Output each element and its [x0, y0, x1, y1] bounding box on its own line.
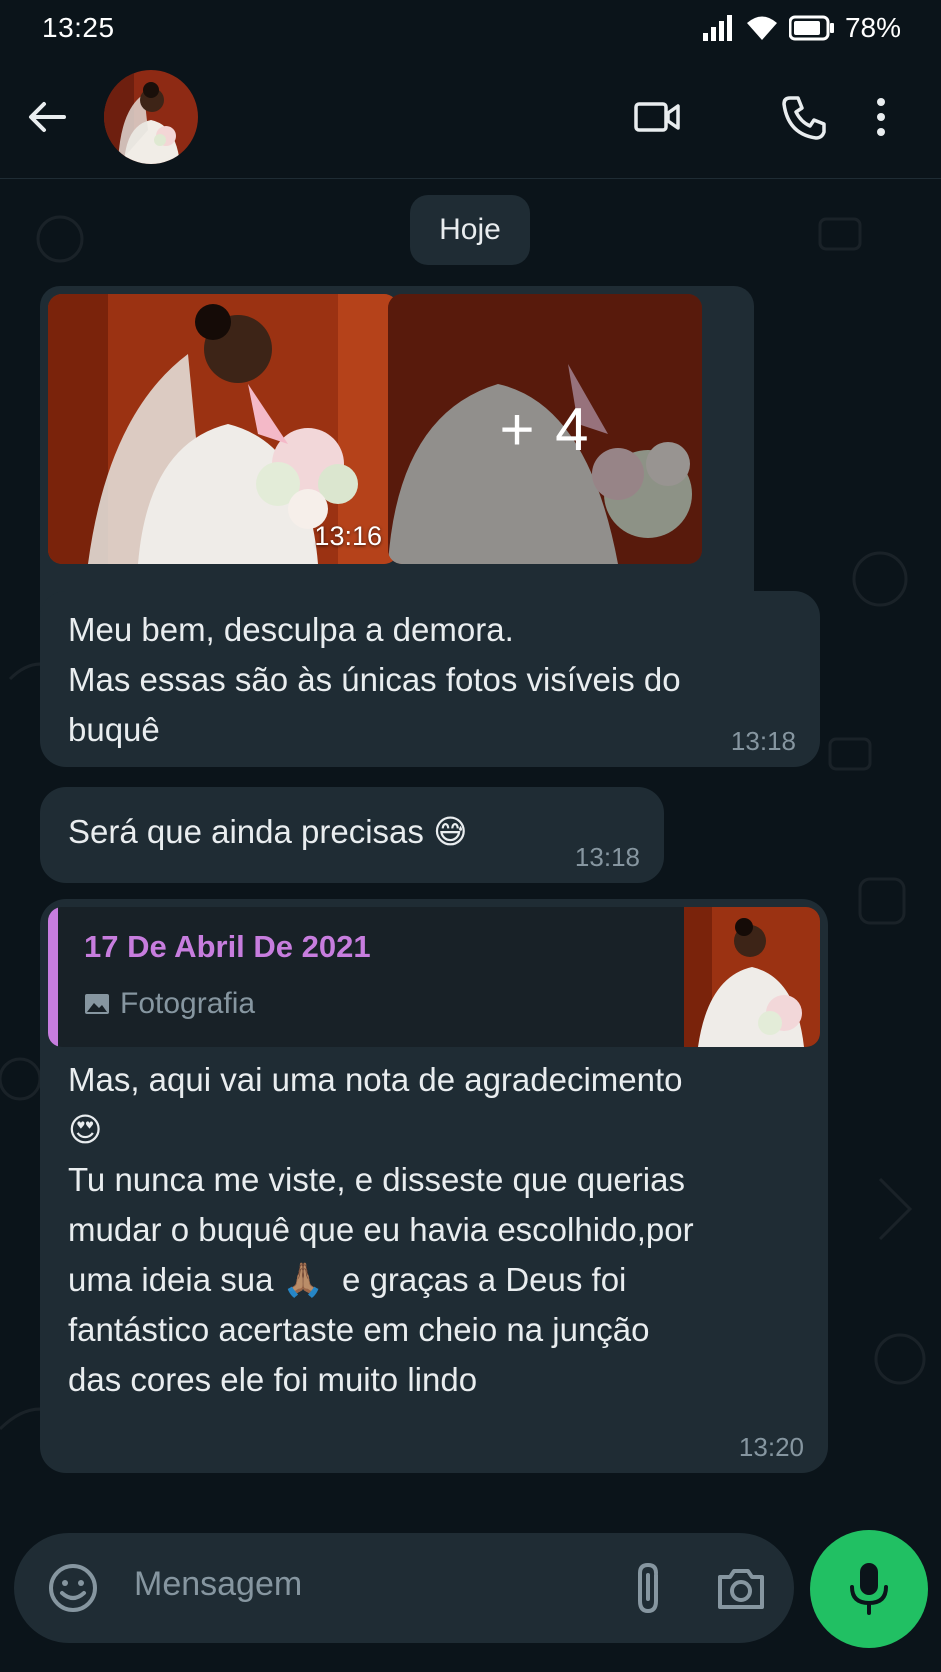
- chat-header: [0, 56, 941, 179]
- date-chip: Hoje: [410, 195, 530, 265]
- signal-icon: [702, 15, 732, 41]
- quoted-message[interactable]: 17 De Abril De 2021 Fotografia: [48, 907, 820, 1047]
- quote-thumbnail: [684, 907, 820, 1047]
- more-photos-count: + 4: [388, 294, 702, 564]
- message-time: 13:20: [738, 1432, 804, 1462]
- quote-accent-bar: [48, 907, 58, 1047]
- photo-timestamp: 13:16: [314, 521, 382, 551]
- message-time: 13:18: [574, 842, 640, 872]
- message-text: Será que ainda precisas 😅: [68, 813, 468, 850]
- more-options-icon[interactable]: [868, 92, 894, 142]
- avatar-photo: [104, 70, 198, 164]
- battery-icon: [788, 15, 834, 41]
- contact-avatar[interactable]: [104, 70, 198, 164]
- status-bar: 13:25 78%: [0, 0, 941, 56]
- microphone-icon: [850, 1563, 888, 1615]
- message-bubble[interactable]: Meu bem, desculpa a demora. Mas essas sã…: [40, 591, 820, 767]
- phone-call-icon[interactable]: [780, 92, 830, 142]
- camera-icon[interactable]: [714, 1561, 768, 1615]
- status-time: 13:25: [42, 12, 115, 43]
- message-bubble[interactable]: Será que ainda precisas 😅 13:18: [40, 787, 664, 883]
- video-call-icon[interactable]: [632, 92, 682, 142]
- battery-percent: 78%: [844, 12, 901, 43]
- quote-type-label: Fotografia: [120, 987, 256, 1020]
- message-text: Meu bem, desculpa a demora. Mas essas sã…: [68, 611, 681, 748]
- chat-area[interactable]: Hoje 13:16 + 4 Meu bem, desculpa a demor…: [0, 179, 941, 1519]
- quoted-message-bubble[interactable]: 17 De Abril De 2021 Fotografia Mas, aqui…: [40, 899, 828, 1473]
- quote-author: 17 De Abril De 2021: [84, 929, 371, 964]
- message-text: Mas, aqui vai uma nota de agradecimento …: [68, 1061, 694, 1398]
- status-icons: 78%: [702, 12, 901, 44]
- message-composer: Mensagem: [14, 1533, 794, 1643]
- voice-message-button[interactable]: [810, 1530, 928, 1648]
- image-icon: [85, 994, 109, 1014]
- wifi-icon: [746, 16, 777, 40]
- back-arrow-icon[interactable]: [24, 94, 70, 140]
- photo-thumbnail-more[interactable]: + 4: [388, 294, 702, 564]
- message-time: 13:18: [730, 726, 796, 756]
- quote-type: Fotografia: [84, 987, 255, 1021]
- message-input[interactable]: Mensagem: [134, 1565, 302, 1604]
- emoji-icon[interactable]: [46, 1561, 100, 1615]
- attach-icon[interactable]: [626, 1561, 672, 1615]
- photo-thumbnail[interactable]: 13:16: [48, 294, 398, 564]
